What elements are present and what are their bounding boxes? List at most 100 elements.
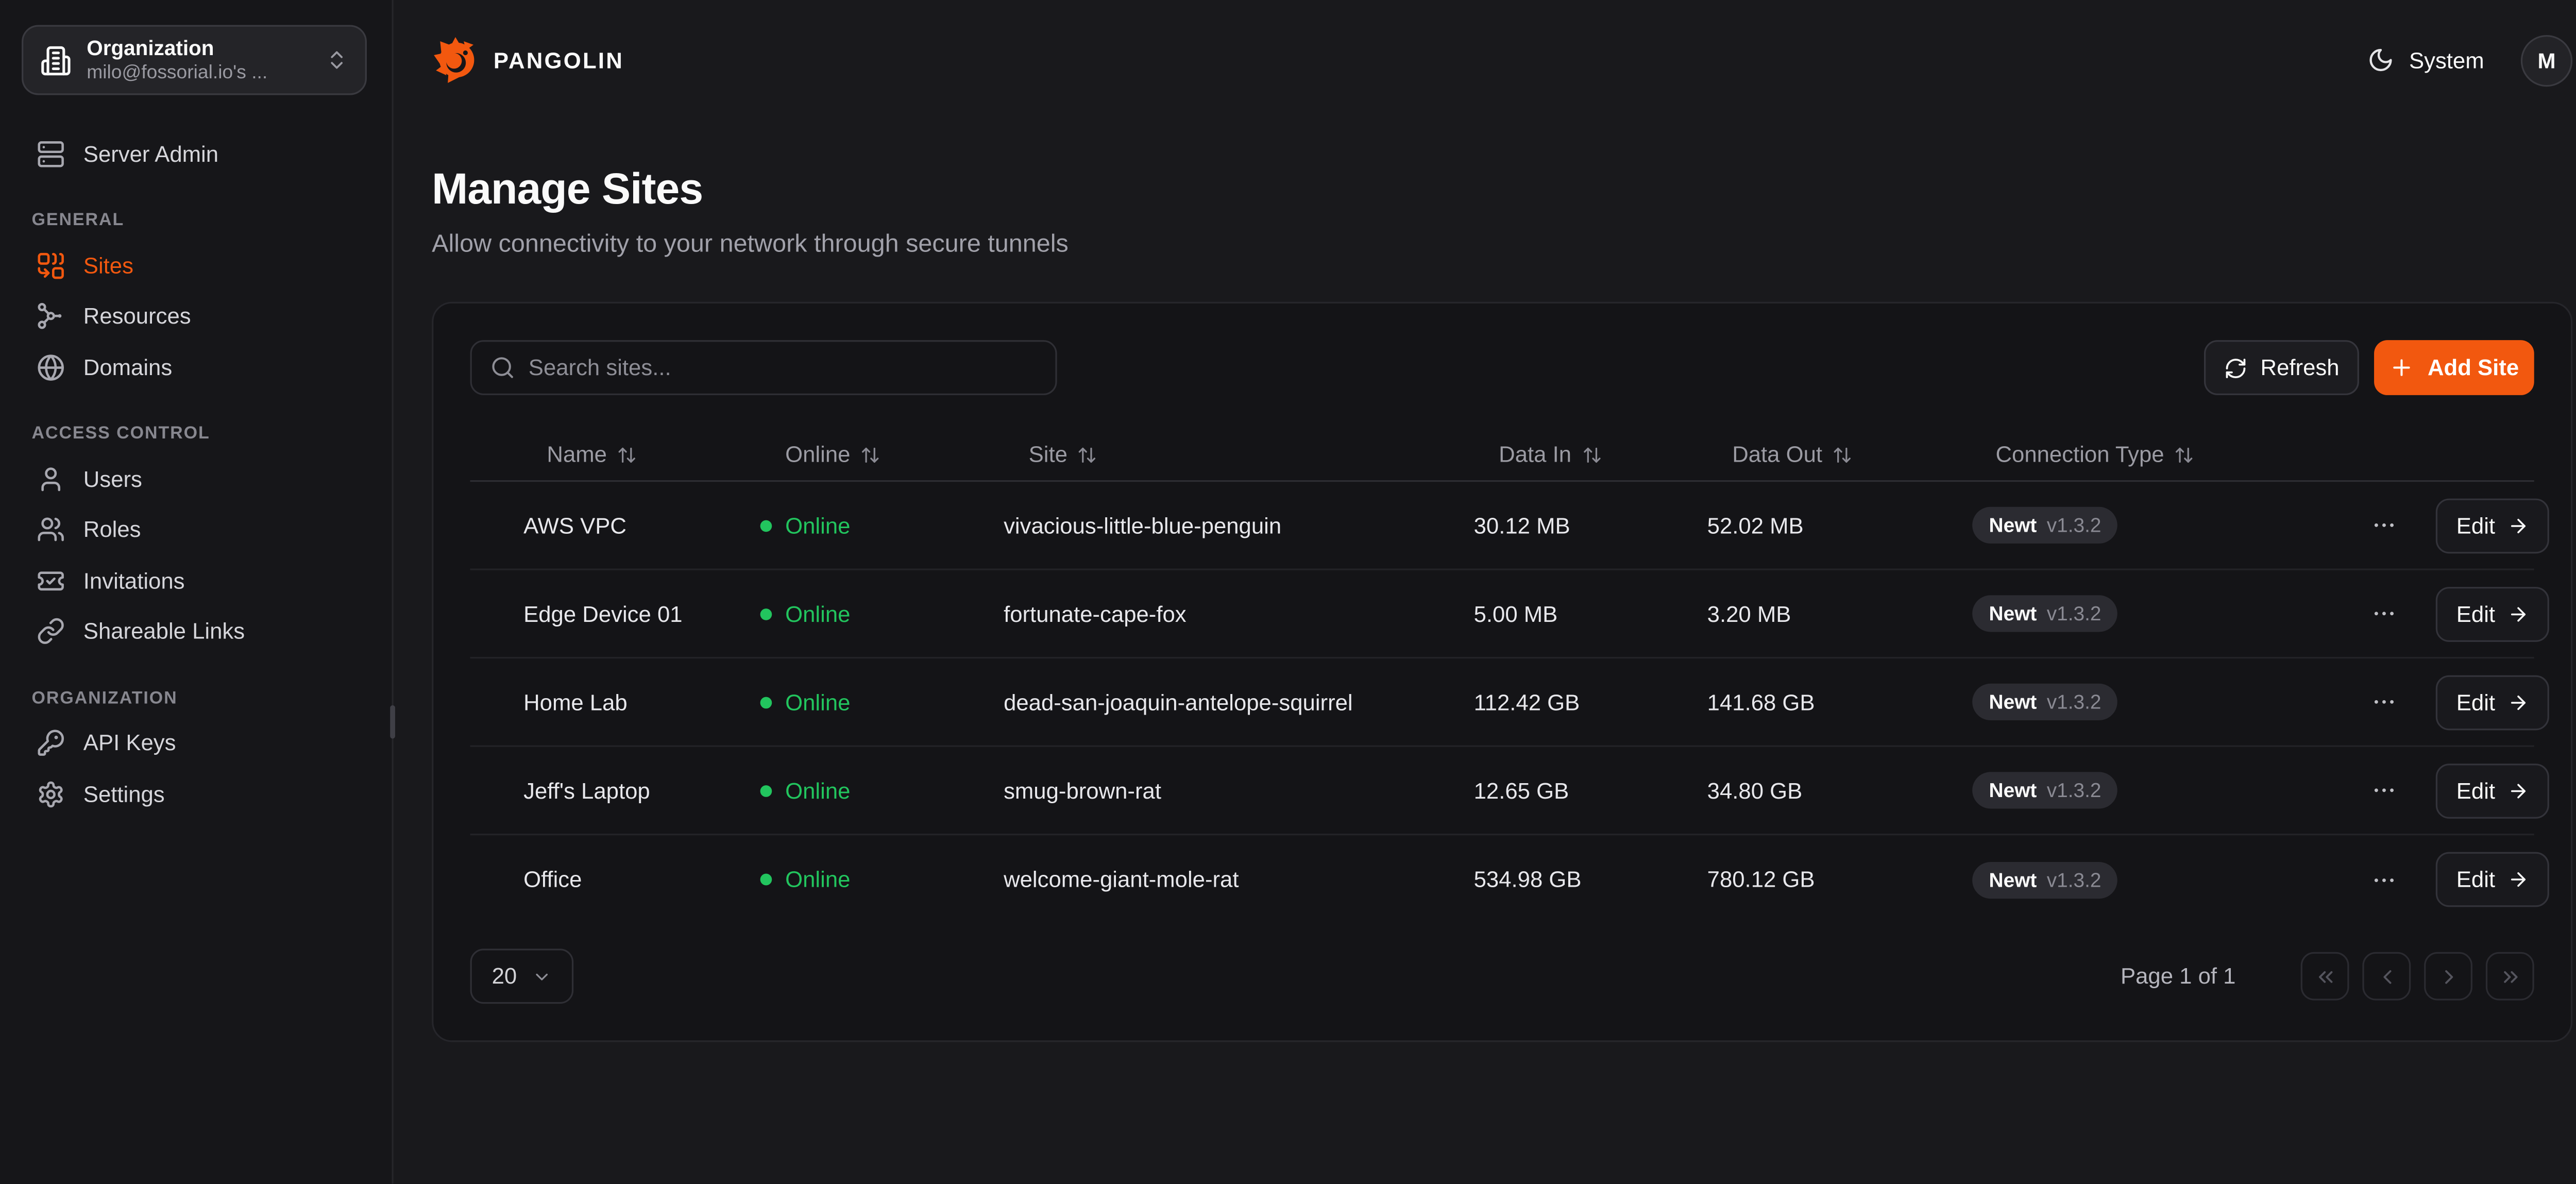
data-out-cell: 780.12 GB [1694, 867, 1959, 892]
chevrons-up-down-icon [325, 48, 348, 72]
row-menu-button[interactable] [2371, 866, 2398, 893]
avatar[interactable]: M [2521, 34, 2572, 86]
online-dot [760, 874, 772, 886]
last-page-button[interactable] [2486, 952, 2534, 1001]
data-out-cell: 34.80 GB [1694, 778, 1959, 803]
sidebar-item-users[interactable]: Users [27, 455, 365, 502]
column-header-site[interactable]: Site [990, 442, 1461, 467]
sidebar-item-server-admin[interactable]: Server Admin [27, 130, 365, 177]
waypoints-icon [37, 302, 65, 330]
table-row: Home Lab Online dead-san-joaquin-antelop… [470, 658, 2534, 747]
refresh-button[interactable]: Refresh [2204, 340, 2359, 395]
column-header-data-in[interactable]: Data In [1461, 442, 1694, 467]
sidebar-item-label: Sites [83, 252, 133, 278]
search-icon [490, 355, 515, 380]
section-label-organization: ORGANIZATION [31, 688, 360, 708]
site-name-cell: Office [470, 867, 760, 892]
data-in-cell: 5.00 MB [1461, 601, 1694, 627]
first-page-button[interactable] [2301, 952, 2349, 1001]
sort-icon [617, 444, 637, 464]
sidebar-item-api-keys[interactable]: API Keys [27, 719, 365, 766]
sidebar-item-roles[interactable]: Roles [27, 506, 365, 553]
sidebar-item-shareable-links[interactable]: Shareable Links [27, 608, 365, 655]
brand-logo[interactable]: PANGOLIN [432, 35, 624, 85]
connection-badge: Newtv1.3.2 [1972, 507, 2118, 544]
sites-table: Name Online Site Data In [470, 429, 2534, 924]
data-in-cell: 534.98 GB [1461, 867, 1694, 892]
edit-button[interactable]: Edit [2436, 852, 2549, 907]
theme-toggle[interactable]: System [2367, 47, 2484, 74]
column-header-connection-type[interactable]: Connection Type [1959, 442, 2370, 467]
arrow-right-icon [2507, 691, 2529, 713]
sort-icon [1581, 444, 1601, 464]
gear-icon [37, 780, 65, 808]
edit-button[interactable]: Edit [2436, 498, 2549, 553]
arrow-right-icon [2507, 780, 2529, 801]
data-in-cell: 30.12 MB [1461, 513, 1694, 538]
org-switcher[interactable]: Organization milo@fossorial.io's ... [22, 25, 367, 95]
main-area: PANGOLIN System M Manage Sites Allow con… [394, 0, 2576, 1184]
topbar: PANGOLIN System M [394, 0, 2576, 120]
column-header-name[interactable]: Name [470, 442, 760, 467]
status-badge: Online [760, 601, 991, 627]
connection-type-cell: Newtv1.3.2 [1959, 595, 2370, 632]
column-header-online[interactable]: Online [760, 442, 991, 467]
site-name-cell: Jeff's Laptop [470, 778, 760, 803]
sort-icon [1077, 444, 1097, 464]
data-out-cell: 52.02 MB [1694, 513, 1959, 538]
row-menu-button[interactable] [2371, 777, 2398, 804]
users-icon [37, 515, 65, 544]
site-name-cell: Edge Device 01 [470, 601, 760, 627]
sites-toolbar: Refresh Add Site [470, 340, 2534, 395]
sidebar-item-label: Settings [83, 781, 165, 806]
table-row: Jeff's Laptop Online smug-brown-rat 12.6… [470, 747, 2534, 836]
table-header-row: Name Online Site Data In [470, 429, 2534, 482]
org-label: Organization [87, 36, 310, 61]
page-size-select[interactable]: 20 [470, 949, 574, 1004]
refresh-icon [2224, 356, 2247, 379]
status-badge: Online [760, 778, 991, 803]
combine-icon [37, 251, 65, 279]
edit-button[interactable]: Edit [2436, 763, 2549, 818]
section-label-general: GENERAL [31, 210, 360, 230]
table-row: Office Online welcome-giant-mole-rat 534… [470, 835, 2534, 924]
chevron-left-icon [2375, 965, 2398, 988]
globe-icon [37, 352, 65, 381]
sidebar: Organization milo@fossorial.io's ... Ser… [0, 0, 394, 1184]
chevrons-right-icon [2498, 965, 2521, 988]
connection-type-cell: Newtv1.3.2 [1959, 861, 2370, 898]
add-site-label: Add Site [2428, 355, 2519, 380]
row-menu-button[interactable] [2371, 688, 2398, 715]
next-page-button[interactable] [2424, 952, 2472, 1001]
row-menu-button[interactable] [2371, 512, 2398, 538]
table-row: AWS VPC Online vivacious-little-blue-pen… [470, 482, 2534, 570]
edit-button[interactable]: Edit [2436, 674, 2549, 730]
edit-button[interactable]: Edit [2436, 586, 2549, 641]
sidebar-item-sites[interactable]: Sites [27, 242, 365, 289]
site-name-cell: Home Lab [470, 689, 760, 715]
sort-icon [860, 444, 880, 464]
connection-badge: Newtv1.3.2 [1972, 772, 2118, 808]
sidebar-item-settings[interactable]: Settings [27, 770, 365, 817]
row-menu-button[interactable] [2371, 600, 2398, 627]
search-input[interactable] [529, 355, 1037, 380]
sidebar-item-label: Users [83, 466, 142, 491]
sidebar-item-resources[interactable]: Resources [27, 293, 365, 340]
sidebar-item-invitations[interactable]: Invitations [27, 557, 365, 604]
add-site-button[interactable]: Add Site [2374, 340, 2534, 395]
column-header-data-out[interactable]: Data Out [1694, 442, 1959, 467]
status-badge: Online [760, 867, 991, 892]
connection-badge: Newtv1.3.2 [1972, 861, 2118, 898]
data-out-cell: 141.68 GB [1694, 689, 1959, 715]
online-dot [760, 785, 772, 797]
arrow-right-icon [2507, 603, 2529, 624]
chevron-down-icon [532, 966, 552, 986]
chevrons-left-icon [2313, 965, 2336, 988]
sidebar-item-domains[interactable]: Domains [27, 344, 365, 391]
site-name-cell: AWS VPC [470, 513, 760, 538]
ticket-check-icon [37, 566, 65, 595]
sidebar-resize-handle[interactable] [390, 705, 395, 739]
connection-type-cell: Newtv1.3.2 [1959, 772, 2370, 808]
site-id-cell: smug-brown-rat [990, 778, 1461, 803]
prev-page-button[interactable] [2362, 952, 2411, 1001]
